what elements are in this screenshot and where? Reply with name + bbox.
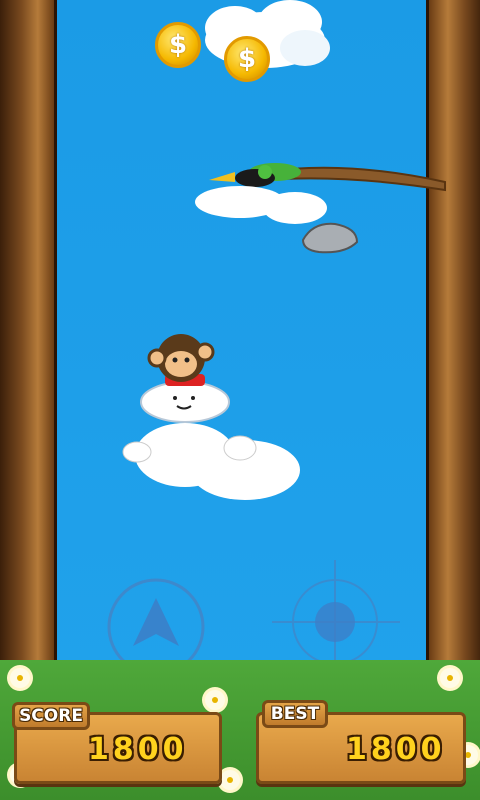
flower	[440, 668, 460, 688]
up-arrow-icon	[133, 598, 179, 646]
score-label: SCORE	[12, 702, 90, 730]
best-label: BEST	[262, 700, 328, 728]
coin: $	[155, 22, 201, 68]
flower	[205, 690, 225, 710]
flower	[10, 668, 30, 688]
monkey-on-cloud	[122, 334, 300, 500]
left-tree-trunk	[0, 0, 57, 700]
right-tree-trunk	[426, 0, 480, 700]
branch-with-toucan	[195, 163, 446, 254]
coin: $	[224, 36, 270, 82]
flower	[220, 770, 240, 790]
score-value: 1800	[88, 732, 188, 767]
best-value: 1800	[346, 732, 446, 767]
